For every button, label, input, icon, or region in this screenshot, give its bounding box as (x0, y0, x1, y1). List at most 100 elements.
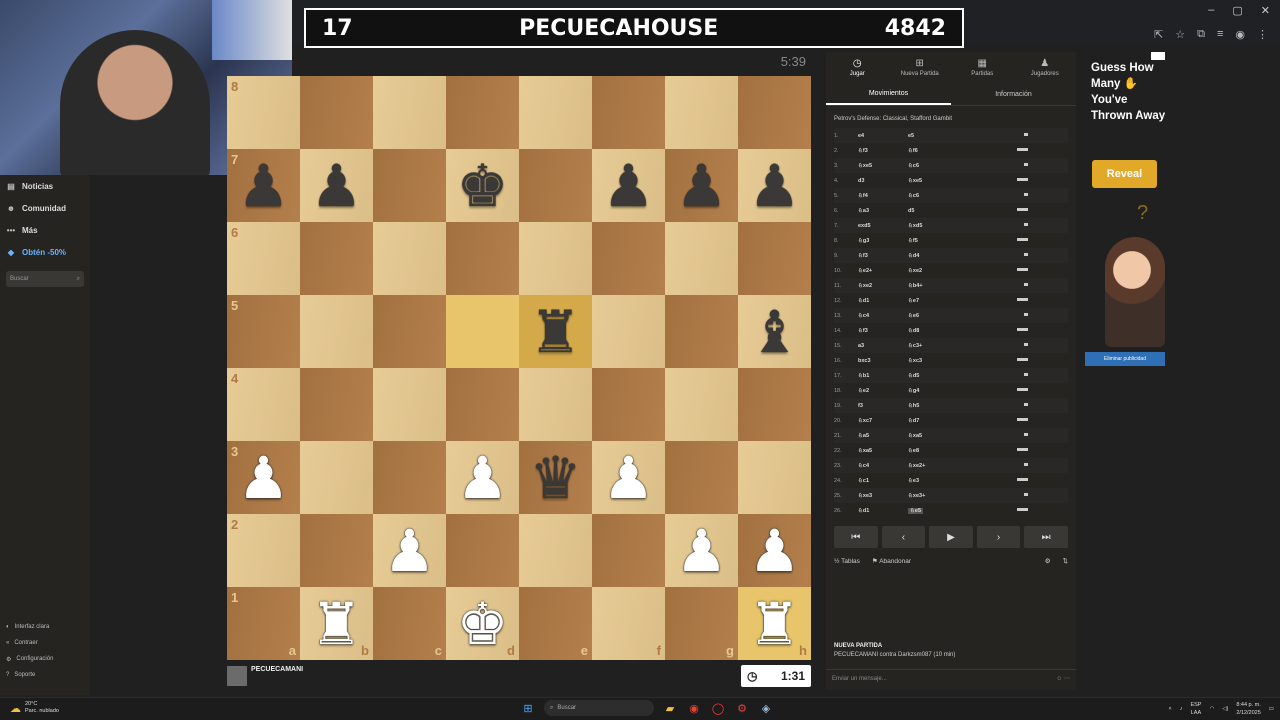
white-pawn-icon[interactable]: ♟ (457, 449, 509, 507)
white-move[interactable]: ♘d1 (858, 508, 908, 514)
taskbar-search[interactable]: ⌕ Buscar (544, 700, 654, 716)
square-d3[interactable]: ♟ (446, 441, 519, 514)
black-move[interactable]: ♘b4+ (908, 283, 1008, 289)
white-move[interactable]: ♘f3 (858, 328, 908, 334)
square-g4[interactable] (665, 368, 738, 441)
white-move[interactable]: ♘xe3 (858, 493, 908, 499)
white-pawn-icon[interactable]: ♟ (384, 522, 436, 580)
tab-play[interactable]: ◷ Jugar (826, 52, 889, 82)
square-c5[interactable] (373, 295, 446, 368)
chrome-icon[interactable]: ◉ (686, 700, 702, 716)
square-f7[interactable]: ♟ (592, 149, 665, 222)
tab-new-game[interactable]: ⊞ Nueva Partida (889, 52, 952, 82)
square-g5[interactable] (665, 295, 738, 368)
black-move[interactable]: ♘e5 (908, 507, 1008, 514)
square-e5[interactable]: ♜ (519, 295, 592, 368)
square-c8[interactable] (373, 76, 446, 149)
tab-info[interactable]: Información (951, 84, 1076, 105)
nav-light-mode[interactable]: ◐ Interfaz clara (0, 619, 90, 635)
white-move[interactable]: e4 (858, 133, 908, 139)
white-move[interactable]: ♘xe2 (858, 283, 908, 289)
black-move[interactable]: ♘g4 (908, 388, 1008, 394)
white-move[interactable]: ♘g3 (858, 238, 908, 244)
square-g1[interactable]: g (665, 587, 738, 660)
white-rook-icon[interactable]: ♜ (749, 595, 801, 653)
player-name[interactable]: PECUECAMANI (251, 666, 303, 673)
square-e6[interactable] (519, 222, 592, 295)
square-b1[interactable]: b ♜ (300, 587, 373, 660)
white-move[interactable]: ♘e2+ (858, 268, 908, 274)
black-move[interactable]: ♘d8 (908, 328, 1008, 334)
square-e1[interactable]: e (519, 587, 592, 660)
steam-icon[interactable]: ◈ (758, 700, 774, 716)
square-g8[interactable] (665, 76, 738, 149)
square-c4[interactable] (373, 368, 446, 441)
square-f4[interactable] (592, 368, 665, 441)
square-a5[interactable]: 5 (227, 295, 300, 368)
white-move[interactable]: ♘f3 (858, 148, 908, 154)
black-move[interactable]: ♘d5 (908, 373, 1008, 379)
square-e8[interactable] (519, 76, 592, 149)
black-move[interactable]: ♘d7 (908, 418, 1008, 424)
black-move[interactable]: ♘xc3 (908, 358, 1008, 364)
white-move[interactable]: ♘a5 (858, 433, 908, 439)
white-move[interactable]: ♘d1 (858, 298, 908, 304)
square-a1[interactable]: 1a (227, 587, 300, 660)
nav-community[interactable]: ☻ Comunidad (0, 197, 90, 219)
opera-icon[interactable]: ◯ (710, 700, 726, 716)
white-rook-icon[interactable]: ♜ (311, 595, 363, 653)
nav-support[interactable]: ? Soporte (0, 667, 90, 683)
first-move-button[interactable]: ⏮ (834, 526, 878, 548)
square-h5[interactable]: ♝ (738, 295, 811, 368)
language-indicator[interactable]: ESP LAA (1190, 701, 1201, 717)
resign-button[interactable]: ⚑ Abandonar (872, 557, 911, 565)
avatar[interactable] (227, 666, 247, 686)
black-move[interactable]: ♘xa5 (908, 433, 1008, 439)
white-move[interactable]: ♘f3 (858, 253, 908, 259)
square-c7[interactable] (373, 149, 446, 222)
square-g3[interactable] (665, 441, 738, 514)
square-a4[interactable]: 4 (227, 368, 300, 441)
square-b5[interactable] (300, 295, 373, 368)
square-b2[interactable] (300, 514, 373, 587)
black-pawn-icon[interactable]: ♟ (603, 157, 655, 215)
last-move-button[interactable]: ⏭ (1024, 526, 1068, 548)
folder-icon[interactable]: ▰ (662, 700, 678, 716)
black-rook-icon[interactable]: ♜ (530, 303, 582, 361)
square-d4[interactable] (446, 368, 519, 441)
more-menu-icon[interactable]: ⋮ (1257, 28, 1268, 41)
square-b8[interactable] (300, 76, 373, 149)
square-g2[interactable]: ♟ (665, 514, 738, 587)
square-a6[interactable]: 6 (227, 222, 300, 295)
black-move[interactable]: ♘xd5 (908, 223, 1008, 229)
black-king-icon[interactable]: ♚ (457, 157, 509, 215)
black-pawn-icon[interactable]: ♟ (749, 157, 801, 215)
black-queen-icon[interactable]: ♛ (530, 449, 582, 507)
square-h2[interactable]: ♟ (738, 514, 811, 587)
next-move-button[interactable]: › (976, 526, 1021, 548)
reveal-button[interactable]: Reveal (1092, 160, 1157, 188)
wifi-icon[interactable]: ◠ (1209, 706, 1214, 712)
square-d2[interactable] (446, 514, 519, 587)
square-a7[interactable]: 7 ♟ (227, 149, 300, 222)
square-a2[interactable]: 2 (227, 514, 300, 587)
black-bishop-icon[interactable]: ♝ (749, 303, 801, 361)
black-move[interactable]: ♘e7 (908, 298, 1008, 304)
white-move[interactable]: ♘c4 (858, 463, 908, 469)
white-move[interactable]: bxc3 (858, 358, 908, 364)
black-move[interactable]: ♘xe3+ (908, 493, 1008, 499)
white-pawn-icon[interactable]: ♟ (749, 522, 801, 580)
nav-news[interactable]: ▤ Noticias (0, 175, 90, 197)
ad-banner[interactable]: Guess How Many ✋ You've Thrown Away Reve… (1085, 52, 1165, 367)
white-move[interactable]: ♘c4 (858, 313, 908, 319)
white-move[interactable]: ♘c1 (858, 478, 908, 484)
chevron-up-icon[interactable]: ˄ (1168, 706, 1171, 712)
black-move[interactable]: ♘d4 (908, 253, 1008, 259)
square-c2[interactable]: ♟ (373, 514, 446, 587)
nav-collapse[interactable]: « Contraer (0, 635, 90, 651)
black-move[interactable]: ♘c6 (908, 163, 1008, 169)
flip-icon[interactable]: ⇅ (1063, 557, 1068, 565)
prev-move-button[interactable]: ‹ (881, 526, 926, 548)
nav-more[interactable]: ••• Más (0, 219, 90, 241)
white-move[interactable]: d3 (858, 178, 908, 184)
